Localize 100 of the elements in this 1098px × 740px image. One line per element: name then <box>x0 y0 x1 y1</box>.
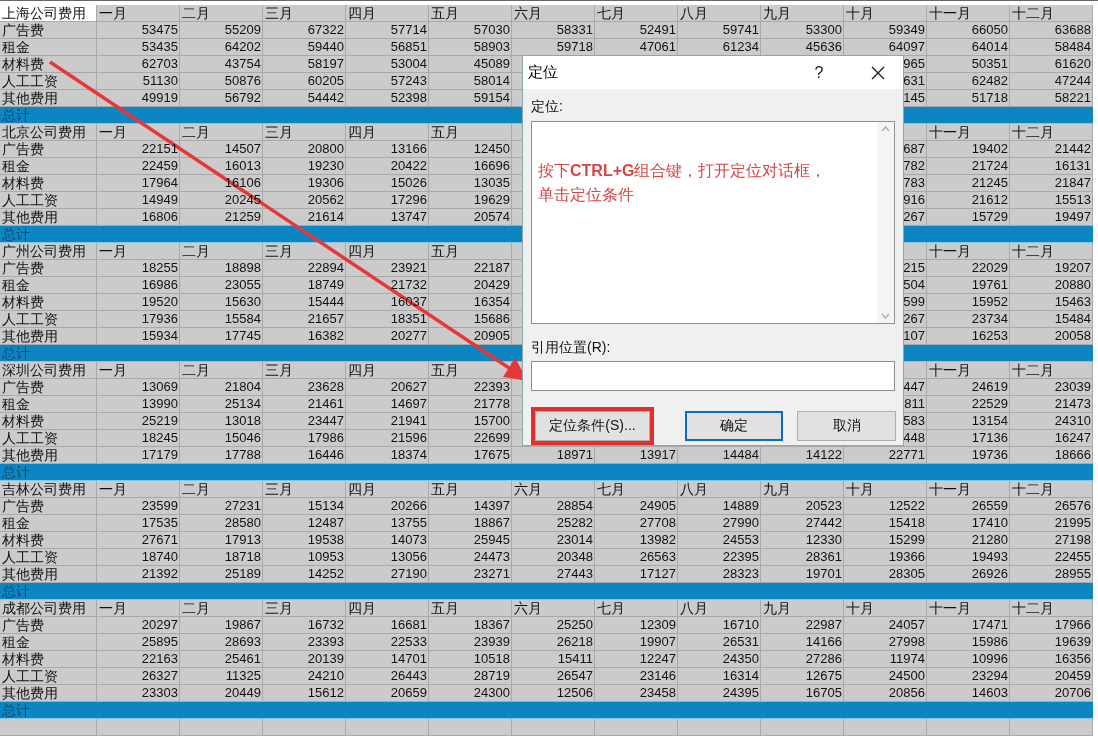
table-cell: 17936 <box>141 311 178 327</box>
table-cell: 20627 <box>390 379 427 395</box>
table-cell: 58903 <box>473 39 510 55</box>
table-cell: 15952 <box>971 294 1008 310</box>
column-header: 七月 <box>596 481 625 497</box>
table-cell: 45089 <box>473 56 510 72</box>
table-cell: 25282 <box>556 515 593 531</box>
table-cell: 19629 <box>473 192 510 208</box>
table-cell: 26563 <box>639 549 676 565</box>
table-cell: 10996 <box>971 651 1008 667</box>
table-cell: 20523 <box>805 498 842 514</box>
table-cell: 22771 <box>888 447 925 463</box>
table-cell: 25134 <box>224 396 261 412</box>
table-cell: 12450 <box>473 141 510 157</box>
table-cell: 27998 <box>888 634 925 650</box>
table-cell: 59718 <box>556 39 593 55</box>
table-cell: 17535 <box>141 515 178 531</box>
column-header: 四月 <box>347 124 376 140</box>
table-cell: 15463 <box>1054 294 1091 310</box>
dialog-button[interactable]: 取消 <box>797 411 896 441</box>
dialog-button[interactable]: 定位条件(S)... <box>535 411 650 441</box>
table-cell: 21995 <box>1054 515 1091 531</box>
table-cell: 21941 <box>390 413 427 429</box>
table-cell: 27671 <box>141 532 178 548</box>
table-cell: 28361 <box>805 549 842 565</box>
table-cell: 107 <box>903 328 925 344</box>
table-cell: 21778 <box>473 396 510 412</box>
table-cell: 18718 <box>224 549 261 565</box>
table-cell: 23039 <box>1054 379 1091 395</box>
column-header: 二月 <box>181 124 210 140</box>
table-cell: 15046 <box>224 430 261 446</box>
table-cell: 21596 <box>390 430 427 446</box>
table-cell: 28305 <box>888 566 925 582</box>
column-header: 五月 <box>430 124 459 140</box>
table-cell: 15934 <box>141 328 178 344</box>
table-cell: 18740 <box>141 549 178 565</box>
field-label: 定位: <box>531 97 563 115</box>
column-header: 八月 <box>679 600 708 616</box>
table-cell: 17136 <box>971 430 1008 446</box>
table-cell: 12675 <box>805 668 842 684</box>
table-cell: 15411 <box>557 651 593 667</box>
table-cell: 17179 <box>141 447 178 463</box>
chevron-down-icon[interactable] <box>881 313 890 319</box>
table-cell: 20449 <box>224 685 261 701</box>
table-cell: 13755 <box>390 515 427 531</box>
row-label: 租金 <box>1 515 30 531</box>
column-header: 五月 <box>430 600 459 616</box>
column-header: 二月 <box>181 243 210 259</box>
table-cell: 24395 <box>722 685 759 701</box>
table-cell: 16705 <box>805 685 842 701</box>
column-header: 四月 <box>347 600 376 616</box>
table-cell: 57243 <box>390 73 427 89</box>
table-cell: 26559 <box>971 498 1008 514</box>
column-header: 十二月 <box>1011 124 1054 140</box>
table-cell: 13982 <box>639 532 676 548</box>
table-cell: 15026 <box>390 175 427 191</box>
table-cell: 26443 <box>390 668 427 684</box>
table-cell: 15299 <box>888 532 925 548</box>
table-cell: 24210 <box>307 668 344 684</box>
column-header: 一月 <box>98 600 127 616</box>
table-cell: 14507 <box>224 141 261 157</box>
column-header: 二月 <box>181 5 210 21</box>
column-header: 六月 <box>513 600 542 616</box>
table-cell: 23393 <box>307 634 344 650</box>
row-label: 人工工资 <box>1 311 58 327</box>
table-cell: 22163 <box>141 651 178 667</box>
table-cell: 17127 <box>639 566 676 582</box>
column-header: 十一月 <box>928 124 971 140</box>
row-label: 租金 <box>1 158 30 174</box>
table-cell: 15484 <box>1054 311 1091 327</box>
table-cell: 20659 <box>390 685 427 701</box>
table-cell: 21657 <box>307 311 344 327</box>
table-cell: 13747 <box>390 209 427 225</box>
table-cell: 23939 <box>473 634 510 650</box>
dialog-button[interactable]: 确定 <box>685 411 783 441</box>
table-cell: 19736 <box>971 447 1008 463</box>
help-button[interactable]: ? <box>807 58 831 87</box>
scrollbar[interactable] <box>877 122 894 323</box>
list-box[interactable]: 按下CTRL+G组合键，打开定位对话框，单击定位条件 <box>531 121 895 324</box>
table-cell: 19306 <box>307 175 344 191</box>
table-cell: 27443 <box>556 566 593 582</box>
table-cell: 16013 <box>224 158 261 174</box>
total-label: 总计 <box>1 702 30 718</box>
table-cell: 19867 <box>224 617 261 633</box>
table-cell: 15513 <box>1054 192 1091 208</box>
table-cell: 27442 <box>805 515 842 531</box>
table-cell: 14252 <box>307 566 344 582</box>
column-header: 三月 <box>264 124 293 140</box>
row-label: 其他费用 <box>1 209 58 225</box>
chevron-up-icon[interactable] <box>881 126 890 132</box>
row-label: 其他费用 <box>1 566 58 582</box>
reference-field[interactable] <box>531 361 895 391</box>
column-header: 一月 <box>98 362 127 378</box>
table-cell: 20562 <box>307 192 344 208</box>
table-cell: 51130 <box>142 73 178 89</box>
table-cell: 19497 <box>1054 209 1091 225</box>
table-cell: 22533 <box>390 634 427 650</box>
table-cell: 22029 <box>971 260 1008 276</box>
table-cell: 14949 <box>141 192 178 208</box>
close-icon <box>871 65 885 80</box>
